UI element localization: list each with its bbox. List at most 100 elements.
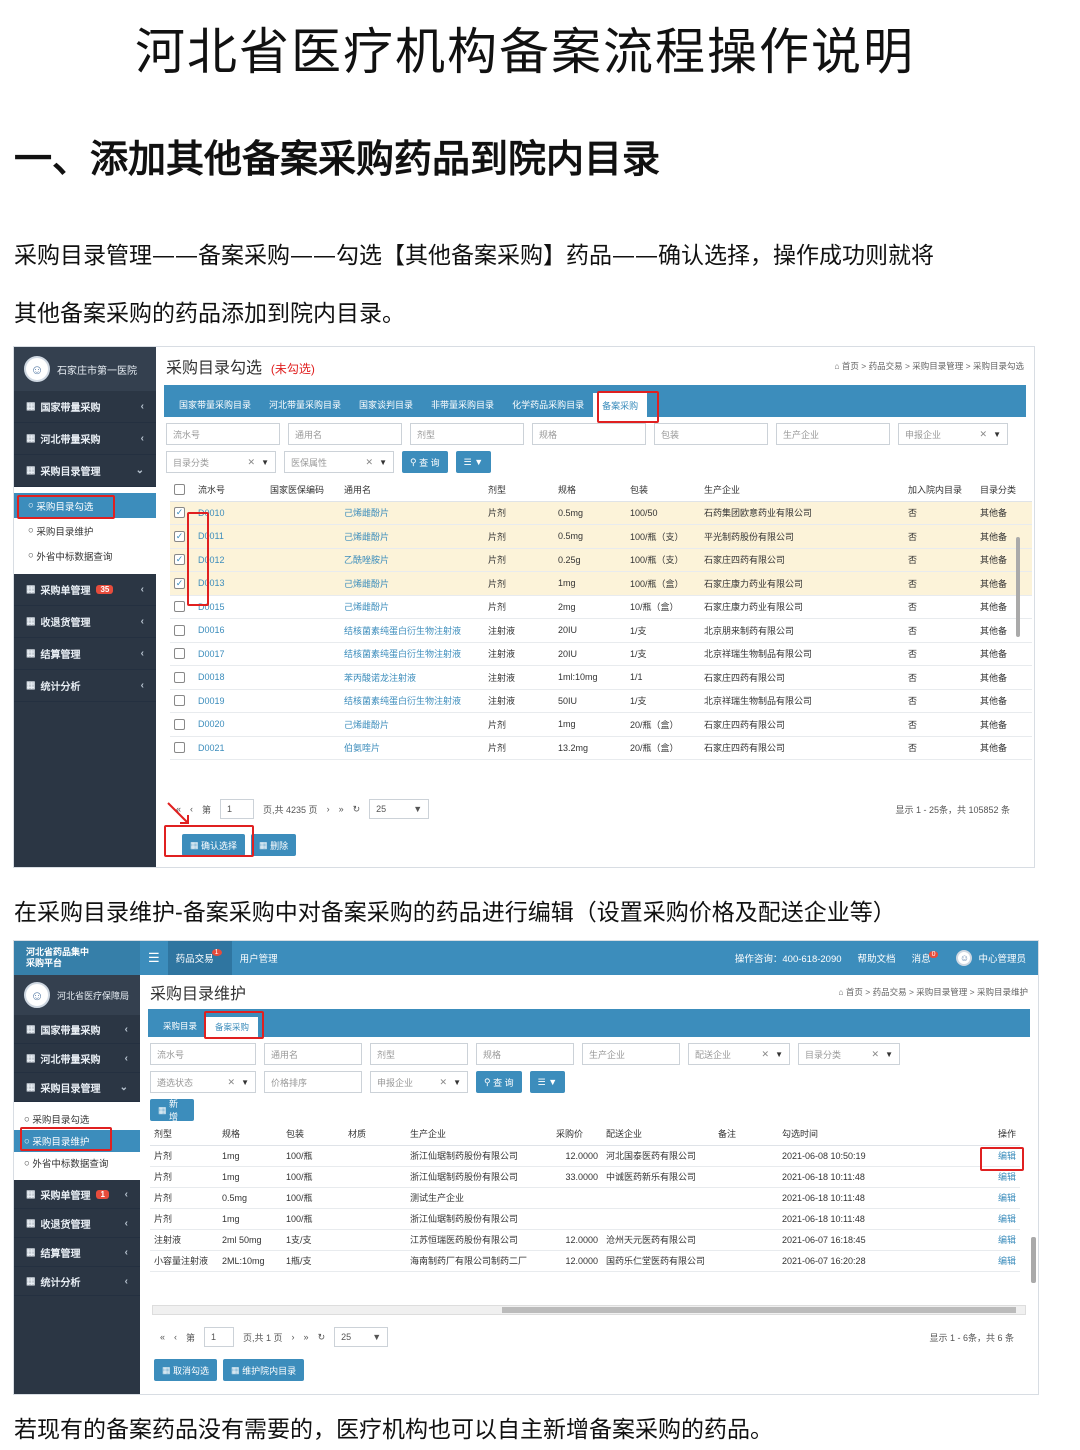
maker-input[interactable]: 生产企业: [582, 1043, 680, 1065]
maintain-catalog-button[interactable]: ▦ 维护院内目录: [223, 1359, 305, 1381]
name-input[interactable]: 通用名: [288, 423, 402, 445]
serial-link[interactable]: D0016: [198, 625, 225, 635]
last-page-icon[interactable]: »: [304, 1332, 309, 1342]
breadcrumb-trade[interactable]: 药品交易: [873, 987, 907, 997]
serial-link[interactable]: D0020: [198, 719, 225, 729]
first-page-icon[interactable]: «: [160, 1332, 165, 1342]
help-link[interactable]: 帮助文档: [850, 951, 904, 965]
sidebar-item-stats[interactable]: ▦ 统计分析 ‹: [14, 1267, 140, 1296]
insurance-select[interactable]: 医保属性 ✕ ▼: [284, 451, 394, 473]
breadcrumb-home[interactable]: 首页: [846, 987, 863, 997]
list-options-button[interactable]: ☰ ▼: [455, 451, 492, 473]
row-checkbox[interactable]: [174, 695, 185, 707]
form-input[interactable]: 剂型: [410, 423, 524, 445]
sidebar-item-catalog[interactable]: ▦ 采购目录管理 ⌄: [14, 455, 156, 487]
drug-name-link[interactable]: 己烯雌酚片: [344, 720, 389, 730]
edit-link[interactable]: 编辑: [998, 1235, 1016, 1245]
category-select[interactable]: 目录分类 ✕ ▼: [798, 1043, 900, 1065]
tab-non-volume[interactable]: 非带量采购目录: [422, 391, 503, 417]
sidebar-item-national[interactable]: ▦ 国家带量采购 ‹: [14, 1015, 140, 1044]
sidebar-item-stats[interactable]: ▦ 统计分析 ‹: [14, 670, 156, 702]
page-size-select[interactable]: 25 ▼: [334, 1327, 389, 1347]
sidebar-item-returns[interactable]: ▦ 收退货管理 ‹: [14, 1209, 140, 1238]
distributor-select[interactable]: 配送企业 ✕ ▼: [688, 1043, 790, 1065]
add-button[interactable]: ▦ 新增: [150, 1099, 194, 1122]
breadcrumb-trade[interactable]: 药品交易: [869, 361, 903, 371]
tab-national[interactable]: 国家带量采购目录: [170, 391, 260, 417]
row-checkbox[interactable]: [174, 742, 185, 754]
breadcrumb-catalog[interactable]: 采购目录管理: [916, 987, 967, 997]
last-page-icon[interactable]: »: [339, 804, 344, 814]
applicant-select[interactable]: 申报企业 ✕ ▼: [370, 1071, 468, 1093]
delete-button[interactable]: ▦ 删除: [251, 834, 297, 856]
vertical-scrollbar[interactable]: [1031, 1237, 1036, 1283]
refresh-icon[interactable]: ↻: [353, 804, 361, 815]
table-row[interactable]: D0021 伯氨喹片 片剂 13.2mg 20/瓶（盒） 石家庄四药有限公司 否 其他备: [170, 736, 1032, 760]
row-checkbox[interactable]: [174, 648, 185, 660]
list-options-button[interactable]: ☰ ▼: [529, 1071, 566, 1093]
clear-icon[interactable]: ✕: [871, 1049, 879, 1060]
sidebar-item-orders[interactable]: ▦ 采购单管理 35 ‹: [14, 574, 156, 606]
category-select[interactable]: 目录分类 ✕ ▼: [166, 451, 276, 473]
edit-link[interactable]: 编辑: [998, 1256, 1016, 1266]
clear-icon[interactable]: ✕: [365, 457, 373, 468]
row-checkbox[interactable]: [174, 624, 185, 636]
next-page-icon[interactable]: ›: [292, 1332, 295, 1342]
clear-icon[interactable]: ✕: [979, 429, 987, 440]
serial-link[interactable]: D0018: [198, 672, 225, 682]
price-sort-input[interactable]: 价格排序: [264, 1071, 362, 1093]
form-input[interactable]: 剂型: [370, 1043, 468, 1065]
submenu-item-query[interactable]: ○ 外省中标数据查询: [14, 1152, 140, 1174]
table-row[interactable]: D0020 己烯雌酚片 片剂 1mg 20/瓶（盒） 石家庄四药有限公司 否 其他备: [170, 712, 1032, 737]
sidebar-item-national[interactable]: ▦ 国家带量采购 ‹: [14, 391, 156, 423]
tab-hebei[interactable]: 河北带量采购目录: [260, 391, 350, 417]
scrollbar[interactable]: [1016, 537, 1020, 637]
prev-page-icon[interactable]: ‹: [174, 1332, 177, 1342]
sidebar-item-catalog[interactable]: ▦ 采购目录管理 ⌄: [14, 1073, 140, 1102]
sidebar-item-orders[interactable]: ▦ 采购单管理 1 ‹: [14, 1180, 140, 1209]
table-row[interactable]: D0018 苯丙酸诺龙注射液 注射液 1ml:10mg 1/1 石家庄四药有限公司 否 其他备: [170, 665, 1032, 690]
horizontal-scrollbar[interactable]: [152, 1305, 1026, 1315]
table-row[interactable]: ✓ D0011 己烯雌酚片 片剂 0.5mg 100/瓶（支） 平光制药股份有限公司否其他备: [170, 524, 1032, 549]
page-size-select[interactable]: 25 ▼: [369, 799, 430, 819]
table-row[interactable]: ✓ D0012 乙酰唑胺片 片剂 0.25g 100/瓶（支） 石家庄四药有限公司否其他备: [170, 548, 1032, 572]
page-input[interactable]: 1: [204, 1327, 235, 1347]
messages[interactable]: 消息0: [904, 951, 949, 965]
search-button[interactable]: ⚲ 查 询: [476, 1071, 522, 1093]
row-checkbox[interactable]: ✓: [174, 507, 185, 519]
row-checkbox[interactable]: [174, 718, 185, 730]
drug-name-link[interactable]: 结核菌素纯蛋白衍生物注射液: [344, 696, 461, 706]
next-page-icon[interactable]: ›: [327, 804, 330, 814]
breadcrumb-catalog[interactable]: 采购目录管理: [912, 361, 963, 371]
name-input[interactable]: 通用名: [264, 1043, 362, 1065]
serial-input[interactable]: 流水号: [166, 423, 280, 445]
drug-name-link[interactable]: 伯氨喹片: [344, 743, 380, 753]
cancel-select-button[interactable]: ▦ 取消勾选: [154, 1359, 218, 1381]
drug-name-link[interactable]: 苯丙酸诺龙注射液: [344, 673, 416, 683]
sidebar-item-hebei[interactable]: ▦ 河北带量采购 ‹: [14, 423, 156, 455]
scroll-thumb[interactable]: [501, 1307, 1017, 1313]
sidebar-item-settlement[interactable]: ▦ 结算管理 ‹: [14, 638, 156, 670]
serial-link[interactable]: D0017: [198, 649, 225, 659]
clear-icon[interactable]: ✕: [247, 457, 255, 468]
table-row[interactable]: D0019 结核菌素纯蛋白衍生物注射液 注射液 50IU 1/支 北京祥瑞生物制品有限公司…: [170, 689, 1032, 713]
submenu-item-maintain[interactable]: ○ 采购目录维护: [14, 518, 156, 543]
search-button[interactable]: ⚲ 查 询: [402, 451, 448, 473]
table-row[interactable]: ✓ D0010 己烯雌酚片 片剂 0.5mg 100/50 石药集团欧意药业有限公司否其他备: [170, 501, 1032, 525]
tab-catalog[interactable]: 采购目录: [154, 1015, 206, 1037]
page-input[interactable]: 1: [220, 799, 255, 819]
clear-icon[interactable]: ✕: [439, 1077, 447, 1088]
serial-link[interactable]: D0021: [198, 743, 225, 753]
table-row[interactable]: D0015 己烯雌酚片 片剂 2mg 10/瓶（盒） 石家庄康力药业有限公司否其他备: [170, 595, 1032, 619]
row-checkbox[interactable]: [174, 671, 185, 683]
drug-name-link[interactable]: 结核菌素纯蛋白衍生物注射液: [344, 649, 461, 659]
edit-link[interactable]: 编辑: [998, 1193, 1016, 1203]
refresh-icon[interactable]: ↻: [318, 1332, 326, 1343]
row-checkbox[interactable]: ✓: [174, 577, 185, 589]
serial-input[interactable]: 流水号: [150, 1043, 256, 1065]
drug-name-link[interactable]: 己烯雌酚片: [344, 532, 389, 542]
maker-input[interactable]: 生产企业: [776, 423, 890, 445]
sidebar-item-returns[interactable]: ▦ 收退货管理 ‹: [14, 606, 156, 638]
clear-icon[interactable]: ✕: [761, 1049, 769, 1060]
table-row[interactable]: D0017 结核菌素纯蛋白衍生物注射液 注射液 20IU 1/支 北京祥瑞生物制品有限公司…: [170, 642, 1032, 666]
